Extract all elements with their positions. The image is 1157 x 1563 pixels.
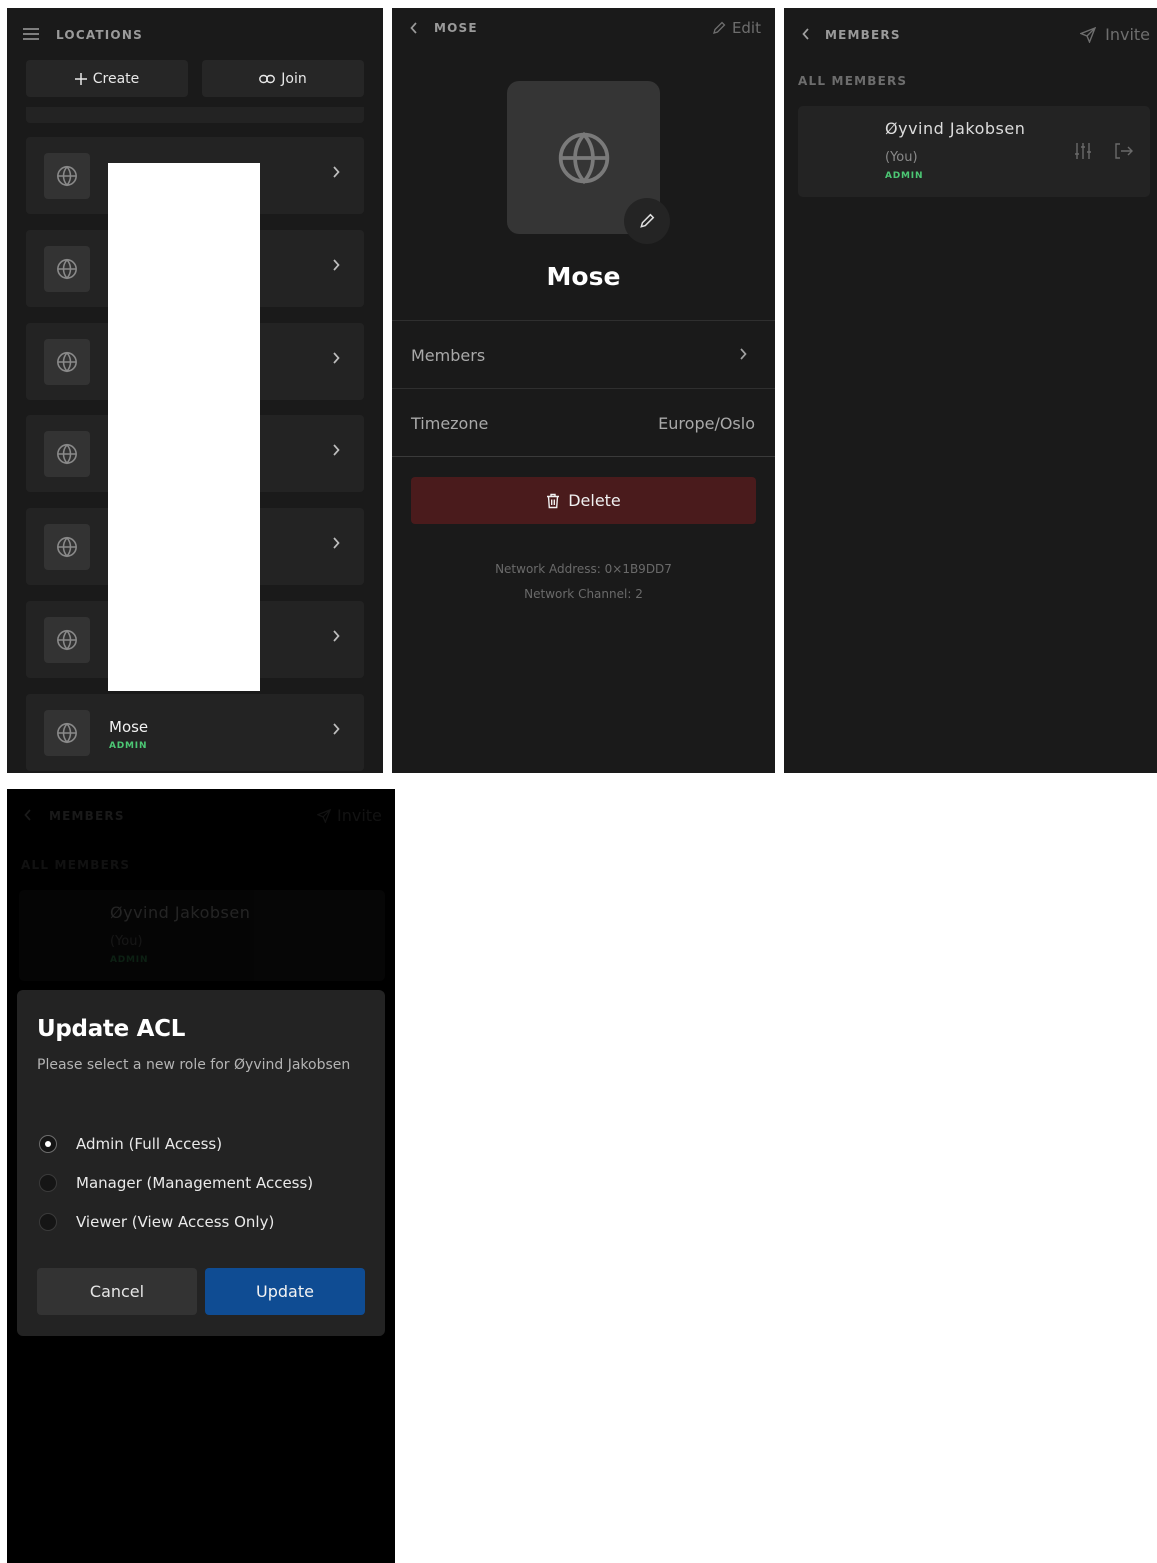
join-label: Join [281,70,307,87]
invite-label: Invite [1105,25,1150,44]
back-label: MEMBERS [49,809,125,823]
location-name: Mose [109,717,149,736]
members-label: Members [411,346,486,365]
dialog-subtitle: Please select a new role for Øyvind Jako… [37,1057,351,1073]
join-button[interactable]: Join [202,60,364,97]
redacted-area [108,163,260,691]
location-thumbnail [44,245,90,292]
pencil-icon [712,21,726,35]
chevron-right-icon [332,444,340,456]
chevron-left-icon [410,22,418,34]
location-thumbnail [44,153,90,199]
update-acl-dialog: Update ACL Please select a new role for … [17,990,385,1336]
role-option-label: Admin (Full Access) [76,1135,223,1153]
globe-icon [56,165,78,187]
location-thumbnail [44,431,90,478]
chevron-right-icon [332,259,340,271]
create-label: Create [92,70,140,87]
update-label: Update [256,1282,314,1301]
member-role-badge: ADMIN [110,955,149,965]
delete-label: Delete [568,491,621,510]
chevron-right-icon [739,348,747,360]
role-option-label: Manager (Management Access) [76,1174,314,1192]
pencil-icon [639,213,655,229]
divider [392,456,775,457]
member-card: Øyvind Jakobsen (You) ADMIN [798,106,1150,197]
list-item[interactable] [26,107,364,123]
member-card: Øyvind Jakobsen (You) ADMIN [19,890,385,981]
network-address: Network Address: 0×1B9DD7 [495,562,672,576]
location-name: Mose [546,262,621,291]
location-thumbnail [44,338,90,385]
section-header: ALL MEMBERS [798,74,908,88]
update-button[interactable]: Update [205,1268,365,1315]
location-thumbnail [44,617,90,663]
globe-icon [56,536,78,558]
radio-button[interactable] [39,1135,57,1153]
member-you-label: (You) [110,934,143,949]
locations-header: LOCATIONS [7,8,383,60]
network-channel: Network Channel: 2 [524,587,643,601]
member-role-badge: ADMIN [885,171,924,181]
member-you-label: (You) [885,150,918,165]
edit-label: Edit [731,19,761,37]
delete-button[interactable]: Delete [411,477,756,524]
location-role-badge: ADMIN [109,740,148,751]
globe-icon [56,443,78,465]
page-title: LOCATIONS [56,28,143,42]
section-header: ALL MEMBERS [21,858,131,872]
cancel-button[interactable]: Cancel [37,1268,197,1315]
member-name: Øyvind Jakobsen [885,119,1026,138]
locations-screen: LOCATIONS Create Join Mose ADMIN [7,8,383,773]
chevron-right-icon [332,723,340,735]
members-screen: MEMBERS Invite ALL MEMBERS Øyvind Jakobs… [784,8,1157,773]
radio-button[interactable] [39,1213,57,1231]
member-name: Øyvind Jakobsen [110,903,251,922]
acl-modal-screen: MEMBERS Invite ALL MEMBERS Øyvind Jakobs… [7,789,395,1563]
globe-icon [556,130,612,186]
timezone-value: Europe/Oslo [658,414,755,433]
link-icon [259,74,276,84]
timezone-row: Timezone Europe/Oslo [392,389,775,456]
globe-icon [56,351,78,373]
location-thumbnail [44,524,90,571]
invite-button: Invite [317,806,382,825]
send-icon [317,808,331,823]
globe-icon [56,629,78,651]
sliders-icon[interactable] [1074,142,1092,160]
globe-icon [56,258,78,280]
role-option-viewer[interactable]: Viewer (View Access Only) [39,1213,274,1231]
edit-avatar-button[interactable] [624,198,670,244]
plus-icon [74,72,87,85]
logout-icon[interactable] [1115,143,1133,159]
chevron-left-icon [24,809,32,821]
chevron-right-icon [332,537,340,549]
timezone-label: Timezone [411,414,489,433]
invite-label: Invite [337,806,382,825]
location-item[interactable]: Mose ADMIN [26,693,364,771]
back-label: MEMBERS [825,28,901,42]
chevron-left-icon [802,28,810,40]
chevron-right-icon [332,352,340,364]
trash-icon [546,493,560,509]
role-option-manager[interactable]: Manager (Management Access) [39,1174,313,1192]
menu-icon[interactable] [23,28,39,40]
cancel-label: Cancel [89,1282,145,1301]
globe-icon [56,722,78,744]
role-option-label: Viewer (View Access Only) [76,1213,275,1231]
location-detail-screen: MOSE Edit Mose Members Timezone Europe/O… [392,8,775,773]
radio-button[interactable] [39,1174,57,1192]
back-label: MOSE [434,21,478,35]
chevron-right-icon [332,630,340,642]
members-row[interactable]: Members [392,321,775,388]
role-option-admin[interactable]: Admin (Full Access) [39,1135,222,1153]
invite-button[interactable]: Invite [1080,25,1150,44]
dialog-title: Update ACL [37,1016,186,1042]
chevron-right-icon [332,166,340,178]
location-thumbnail [44,709,90,756]
send-icon [1080,26,1097,43]
edit-button[interactable]: Edit [712,19,761,37]
create-button[interactable]: Create [26,60,188,97]
